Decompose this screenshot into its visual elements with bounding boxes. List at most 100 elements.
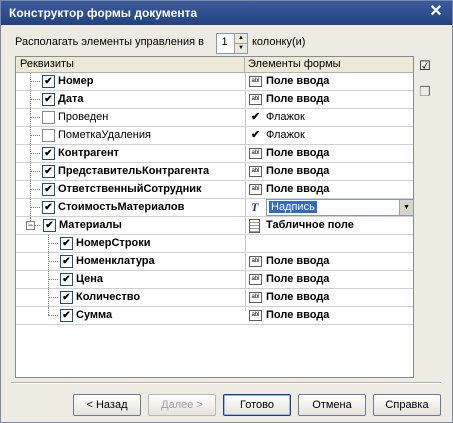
attribute-label: ПредставительКонтрагента	[58, 165, 210, 177]
table-row[interactable]: ПометкаУдаления ✔ Флажок	[16, 127, 413, 145]
text-field-icon: abl	[249, 310, 262, 321]
done-button[interactable]: Готово	[223, 394, 291, 416]
header-divider[interactable]	[244, 57, 245, 72]
form-element-label: Поле ввода	[266, 93, 330, 105]
tree-branch-line	[30, 171, 40, 172]
form-element-label: Флажок	[266, 129, 305, 141]
columns-spinner[interactable]: 1 ▲ ▼	[216, 33, 248, 54]
label-icon: T	[251, 200, 259, 214]
attribute-label: ПометкаУдаления	[58, 129, 151, 141]
close-icon[interactable]: ✕	[428, 3, 444, 21]
button-separator	[11, 382, 441, 384]
table-row[interactable]: ✔ ОтветственныйСотрудник abl Поле ввода	[16, 181, 413, 199]
attribute-label: Количество	[76, 291, 141, 303]
collapse-icon[interactable]: −	[26, 221, 35, 230]
attribute-label: Номер	[58, 75, 94, 87]
attribute-checkbox[interactable]: ✔	[60, 273, 73, 286]
attribute-checkbox[interactable]: ✔	[42, 201, 55, 214]
attribute-checkbox[interactable]: ✔	[42, 183, 55, 196]
table-row[interactable]: ✔ Дата abl Поле ввода	[16, 91, 413, 109]
attribute-checkbox[interactable]: ✔	[43, 219, 56, 232]
table-row[interactable]: ✔ СтоимостьМатериалов T Надпись ▼	[16, 199, 414, 217]
spinner-down-icon[interactable]: ▼	[235, 44, 247, 53]
dropdown-arrow-icon[interactable]: ▼	[399, 200, 413, 215]
arrange-suffix: колонку(и)	[252, 36, 306, 48]
form-element-label: Табличное поле	[266, 219, 354, 231]
text-field-icon: abl	[249, 166, 262, 177]
text-field-icon: abl	[249, 76, 262, 87]
element-type-selected[interactable]: Надпись	[269, 201, 317, 213]
table-icon	[249, 219, 260, 233]
help-button[interactable]: Справка	[373, 394, 441, 416]
form-element-label: Поле ввода	[266, 255, 330, 267]
tree-branch-line	[35, 225, 40, 226]
check-all-icon[interactable]: ☑	[417, 58, 433, 74]
tree-branch-line	[30, 207, 40, 208]
tree-branch-line	[48, 261, 58, 262]
spinner-up-icon[interactable]: ▲	[235, 34, 247, 44]
spinner-buttons: ▲ ▼	[234, 34, 247, 53]
tree-branch-line	[30, 81, 40, 82]
tree-branch-line	[30, 135, 40, 136]
tree-guide-line	[48, 307, 49, 315]
table-row[interactable]: ✔ Номер abl Поле ввода	[16, 73, 413, 91]
form-element-label: Поле ввода	[266, 273, 330, 285]
text-field-icon: abl	[249, 292, 262, 303]
attribute-label: Контрагент	[58, 147, 120, 159]
table-row[interactable]: ✔ Цена abl Поле ввода	[16, 271, 413, 289]
table-row[interactable]: ✔ Контрагент abl Поле ввода	[16, 145, 413, 163]
tree-branch-line	[48, 297, 58, 298]
table-row[interactable]: ✔ Количество abl Поле ввода	[16, 289, 413, 307]
form-designer-window: Конструктор формы документа ✕ Располагат…	[0, 0, 453, 423]
text-field-icon: abl	[249, 148, 262, 159]
form-element-label: Поле ввода	[266, 291, 330, 303]
tree-branch-line	[48, 279, 58, 280]
tree-branch-line	[48, 315, 58, 316]
column-header-form-elements[interactable]: Элементы формы	[248, 58, 341, 70]
copy-icon[interactable]: ❐	[417, 84, 433, 100]
form-element-label: Поле ввода	[266, 75, 330, 87]
table-row[interactable]: ✔ Сумма abl Поле ввода	[16, 307, 413, 325]
attribute-checkbox[interactable]: ✔	[60, 309, 73, 322]
title-bar[interactable]: Конструктор формы документа ✕	[1, 1, 452, 25]
text-field-icon: abl	[249, 274, 262, 285]
attribute-label: НомерСтроки	[76, 237, 151, 249]
element-type-combobox[interactable]: Надпись ▼	[266, 199, 414, 216]
text-field-icon: abl	[249, 184, 262, 195]
attribute-checkbox[interactable]: ✔	[42, 93, 55, 106]
grid-header: Реквизиты Элементы формы	[16, 57, 413, 73]
attribute-label: Номенклатура	[76, 255, 155, 267]
attribute-checkbox[interactable]: ✔	[42, 75, 55, 88]
window-title: Конструктор формы документа	[9, 6, 198, 20]
attribute-label: Цена	[76, 273, 104, 285]
table-row[interactable]: ✔ Номенклатура abl Поле ввода	[16, 253, 413, 271]
table-row[interactable]: − ✔ Материалы Табличное поле	[16, 217, 413, 235]
tree-branch-line	[30, 189, 40, 190]
columns-spinner-value[interactable]: 1	[217, 36, 232, 48]
next-button[interactable]: Далее >	[148, 394, 216, 416]
text-field-icon: abl	[249, 94, 262, 105]
back-button[interactable]: < Назад	[73, 394, 141, 416]
attribute-label: Проведен	[58, 111, 109, 123]
tree-branch-line	[30, 153, 40, 154]
attribute-label: Сумма	[76, 309, 113, 321]
text-field-icon: abl	[249, 256, 262, 267]
column-header-attributes[interactable]: Реквизиты	[20, 58, 74, 70]
attribute-checkbox[interactable]	[42, 129, 55, 142]
cancel-button[interactable]: Отмена	[298, 394, 366, 416]
attribute-checkbox[interactable]: ✔	[60, 291, 73, 304]
checkbox-icon: ✔	[251, 111, 261, 123]
attribute-checkbox[interactable]: ✔	[42, 147, 55, 160]
table-row[interactable]: ✔ ПредставительКонтрагента abl Поле ввода	[16, 163, 413, 181]
tree-branch-line	[30, 99, 40, 100]
attribute-checkbox[interactable]: ✔	[60, 237, 73, 250]
table-row[interactable]: Проведен ✔ Флажок	[16, 109, 413, 127]
attribute-checkbox[interactable]: ✔	[60, 255, 73, 268]
checkbox-icon: ✔	[251, 129, 261, 141]
tree-branch-line	[30, 117, 40, 118]
form-element-label: Поле ввода	[266, 147, 330, 159]
attribute-checkbox[interactable]: ✔	[42, 165, 55, 178]
form-element-label: Флажок	[266, 111, 305, 123]
table-row[interactable]: ✔ НомерСтроки	[16, 235, 413, 253]
attribute-checkbox[interactable]	[42, 111, 55, 124]
